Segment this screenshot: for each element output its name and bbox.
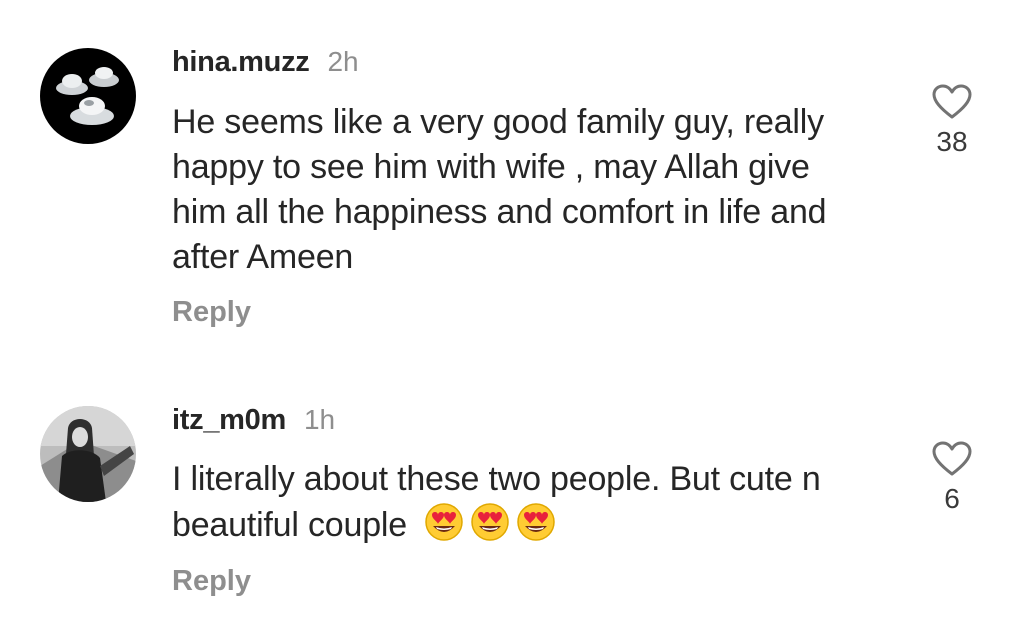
heart-icon[interactable] (932, 84, 972, 120)
user-avatar[interactable] (40, 48, 136, 144)
like-count: 38 (936, 126, 968, 157)
like-control: 38 (912, 84, 992, 158)
comment-text-block: I literally about these two people. But … (172, 457, 872, 548)
woman-photo-avatar-icon (40, 406, 136, 502)
heart-icon[interactable] (932, 441, 972, 477)
user-avatar[interactable] (40, 406, 136, 502)
comment-header: hina.muzz 2h (172, 46, 359, 79)
heart-eyes-emoji-icon (424, 502, 464, 542)
heart-eyes-emoji-icon (470, 502, 510, 542)
reply-button[interactable]: Reply (172, 296, 251, 329)
heart-eyes-emoji-icon (516, 502, 556, 542)
username[interactable]: itz_m0m (172, 404, 286, 437)
like-count: 6 (944, 483, 960, 514)
comment-timestamp: 1h (303, 404, 336, 435)
comment-text: He seems like a very good family guy, re… (172, 103, 827, 276)
like-control: 6 (912, 441, 992, 515)
cupcakes-avatar-icon (40, 48, 136, 144)
comment-header: itz_m0m 1h (172, 404, 335, 437)
comment-timestamp: 2h (327, 46, 359, 77)
username[interactable]: hina.muzz (172, 46, 310, 79)
emoji-group (424, 502, 556, 542)
reply-button[interactable]: Reply (172, 565, 251, 598)
